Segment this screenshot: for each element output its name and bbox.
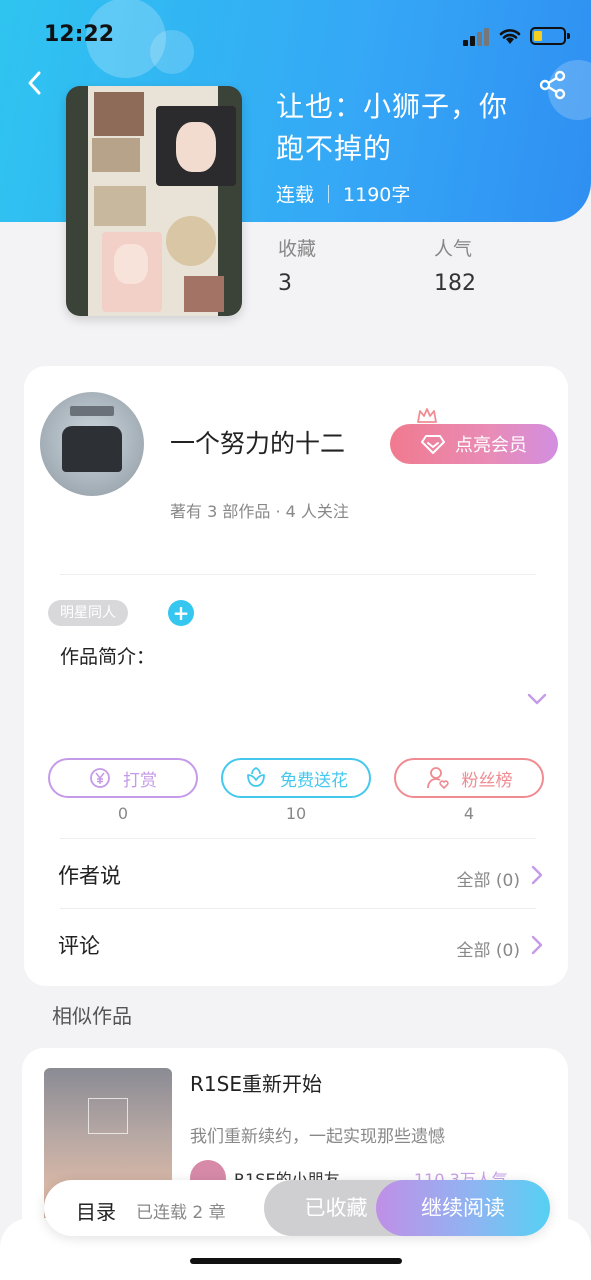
divider: [60, 574, 536, 575]
cellular-signal-icon: [463, 28, 491, 46]
fan-count: 4: [463, 804, 475, 823]
comments-row[interactable]: 评论 全部 (0): [24, 910, 568, 980]
stat-value: 3: [278, 271, 292, 296]
author-notes-row[interactable]: 作者说 全部 (0): [24, 840, 568, 910]
similar-section-title: 相似作品: [52, 1004, 132, 1028]
add-tag-button[interactable]: +: [168, 600, 194, 626]
book-word-count: 1190字: [343, 184, 411, 206]
reward-label: 打赏: [123, 770, 157, 791]
flower-icon: [247, 767, 265, 787]
send-flower-label: 免费送花: [280, 770, 348, 791]
chevron-down-icon[interactable]: [526, 692, 548, 706]
status-time: 12:22: [44, 22, 115, 47]
reward-count: 0: [117, 804, 129, 823]
back-arrow-icon[interactable]: [20, 68, 50, 98]
author-name[interactable]: 一个努力的十二: [170, 424, 345, 460]
row-label: 评论: [58, 934, 100, 958]
chevron-right-icon: [531, 935, 543, 955]
fan-icon: [426, 767, 449, 790]
bottom-action-bar: 目录 已连载 2 章 已收藏 继续阅读: [44, 1180, 550, 1236]
crown-icon: [417, 408, 437, 423]
book-status: 连载: [276, 184, 315, 206]
author-summary: 著有 3 部作品 · 4 人关注: [170, 502, 349, 521]
share-icon[interactable]: [538, 70, 568, 100]
chevron-right-icon: [531, 865, 543, 885]
book-meta: 连载 1190字: [276, 180, 410, 207]
stat-popularity: 人气 182: [434, 234, 476, 296]
book-cover[interactable]: [66, 86, 242, 316]
stat-collections: 收藏 3: [278, 234, 316, 296]
send-flower-button[interactable]: 免费送花: [221, 758, 371, 798]
home-indicator: [190, 1258, 402, 1264]
stat-label: 人气: [434, 238, 473, 260]
similar-work-title[interactable]: R1SE重新开始: [190, 1068, 322, 1097]
fan-ranking-button[interactable]: 粉丝榜: [394, 758, 544, 798]
divider: [60, 838, 536, 839]
stat-value: 182: [434, 271, 476, 296]
continue-reading-button[interactable]: 继续阅读: [376, 1180, 550, 1236]
genre-tag[interactable]: 明星同人: [48, 600, 128, 626]
wifi-icon: [499, 29, 521, 44]
vip-button-label: 点亮会员: [455, 435, 527, 456]
row-value: 全部 (0): [456, 941, 520, 961]
reward-button[interactable]: 打赏: [48, 758, 198, 798]
author-avatar[interactable]: [40, 392, 144, 496]
battery-icon: [530, 27, 570, 45]
yen-icon: [90, 768, 110, 788]
fan-ranking-label: 粉丝榜: [461, 770, 513, 791]
toc-button[interactable]: 目录: [76, 1196, 116, 1225]
detail-card: 一个努力的十二 著有 3 部作品 · 4 人关注 点亮会员 明星同人 + 作品简…: [24, 366, 568, 986]
similar-work-desc: 我们重新续约，一起实现那些遗憾: [190, 1127, 445, 1147]
flower-count: 10: [285, 804, 307, 823]
divider: [60, 908, 536, 909]
vip-button[interactable]: 点亮会员: [390, 424, 558, 464]
intro-label: 作品简介：: [60, 646, 156, 668]
stat-label: 收藏: [278, 238, 317, 260]
row-label: 作者说: [58, 864, 121, 888]
book-title: 让也：小狮子，你跑不掉的: [276, 90, 509, 165]
toc-chapter-count: 已连载 2 章: [136, 1203, 226, 1223]
status-bar: 12:22: [0, 0, 591, 70]
diamond-icon: [421, 435, 445, 454]
row-value: 全部 (0): [456, 871, 520, 891]
